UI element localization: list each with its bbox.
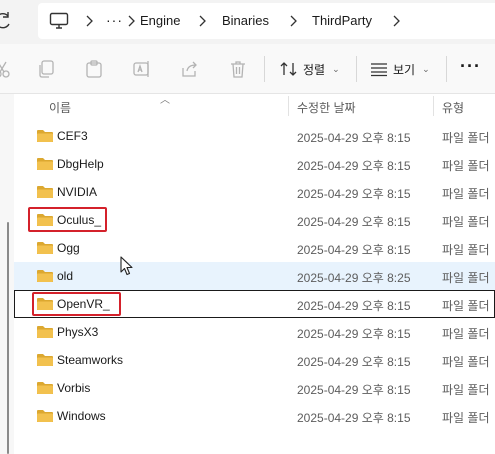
file-row[interactable]: PhysX3 2025-04-29 오후 8:15 파일 폴더 xyxy=(14,318,495,346)
chevron-right-icon[interactable] xyxy=(391,14,401,28)
column-header: 이름 ︿ 수정한 날짜 유형 xyxy=(14,94,495,120)
paste-icon[interactable] xyxy=(84,59,104,79)
folder-icon xyxy=(37,158,53,170)
column-divider[interactable] xyxy=(288,96,289,116)
file-type: 파일 폴더 xyxy=(442,187,490,201)
breadcrumb[interactable]: ··· Engine Binaries ThirdParty xyxy=(38,3,495,39)
folder-icon xyxy=(37,270,53,282)
file-modified: 2025-04-29 오후 8:15 xyxy=(297,383,411,397)
refresh-icon[interactable] xyxy=(0,10,12,32)
column-header-modified[interactable]: 수정한 날짜 xyxy=(297,99,356,116)
file-name: Ogg xyxy=(57,241,80,255)
file-modified: 2025-04-29 오후 8:15 xyxy=(297,327,411,341)
address-bar-area: ··· Engine Binaries ThirdParty xyxy=(0,0,495,44)
file-type: 파일 폴더 xyxy=(442,271,490,285)
chevron-right-icon[interactable] xyxy=(288,14,298,28)
chevron-down-icon: ⌄ xyxy=(332,63,340,74)
file-name: Windows xyxy=(57,409,106,423)
file-name: Steamworks xyxy=(57,353,124,367)
file-row[interactable]: Ogg 2025-04-29 오후 8:15 파일 폴더 xyxy=(14,234,495,262)
breadcrumb-binaries[interactable]: Binaries xyxy=(222,13,269,28)
folder-icon xyxy=(37,354,53,366)
command-bar: 정렬 ⌄ 보기 ⌄ ··· xyxy=(0,44,495,94)
toolbar-divider xyxy=(356,56,357,82)
file-type: 파일 폴더 xyxy=(442,355,490,369)
navigation-scrollbar[interactable] xyxy=(7,222,9,454)
sort-icon xyxy=(280,62,297,76)
mouse-cursor-icon xyxy=(120,256,133,276)
file-type: 파일 폴더 xyxy=(442,215,490,229)
chevron-right-icon[interactable] xyxy=(126,14,136,28)
breadcrumb-engine[interactable]: Engine xyxy=(140,13,180,28)
file-modified: 2025-04-29 오후 8:15 xyxy=(297,355,411,369)
rename-icon[interactable] xyxy=(132,59,152,79)
file-row[interactable]: Vorbis 2025-04-29 오후 8:15 파일 폴더 xyxy=(14,374,495,402)
column-divider[interactable] xyxy=(433,96,434,116)
copy-icon[interactable] xyxy=(36,59,56,79)
view-button[interactable]: 보기 ⌄ xyxy=(370,58,430,80)
view-label: 보기 xyxy=(393,62,416,77)
cut-icon[interactable] xyxy=(0,59,12,79)
folder-icon xyxy=(37,410,53,422)
file-name: DbgHelp xyxy=(57,157,104,171)
file-row[interactable]: NVIDIA 2025-04-29 오후 8:15 파일 폴더 xyxy=(14,178,495,206)
view-icon xyxy=(371,63,387,77)
sort-label: 정렬 xyxy=(303,62,326,77)
file-row[interactable]: DbgHelp 2025-04-29 오후 8:15 파일 폴더 xyxy=(14,150,495,178)
file-name: Vorbis xyxy=(57,381,91,395)
sort-ascending-icon: ︿ xyxy=(160,95,170,106)
folder-icon xyxy=(37,186,53,198)
chevron-right-icon[interactable] xyxy=(197,14,207,28)
highlight-box-openvr xyxy=(32,292,121,316)
folder-icon xyxy=(37,130,53,142)
share-icon[interactable] xyxy=(180,59,200,79)
file-row-old[interactable]: old 2025-04-29 오후 8:25 파일 폴더 xyxy=(14,262,495,290)
file-type: 파일 폴더 xyxy=(442,159,490,173)
folder-icon xyxy=(37,382,53,394)
file-type: 파일 폴더 xyxy=(442,243,490,257)
chevron-right-icon[interactable] xyxy=(84,14,94,28)
toolbar-divider xyxy=(264,56,265,82)
monitor-icon[interactable] xyxy=(49,12,69,30)
file-modified: 2025-04-29 오후 8:15 xyxy=(297,159,411,173)
file-type: 파일 폴더 xyxy=(442,131,490,145)
folder-icon xyxy=(37,242,53,254)
file-modified: 2025-04-29 오후 8:15 xyxy=(297,187,411,201)
toolbar-divider xyxy=(446,56,447,82)
file-modified: 2025-04-29 오후 8:15 xyxy=(297,299,411,313)
file-explorer-window: ··· Engine Binaries ThirdParty 정렬 ⌄ 보기 ⌄… xyxy=(0,0,495,454)
file-type: 파일 폴더 xyxy=(442,383,490,397)
file-type: 파일 폴더 xyxy=(442,411,490,425)
file-name: old xyxy=(57,269,74,283)
file-row[interactable]: Windows 2025-04-29 오후 8:15 파일 폴더 xyxy=(14,402,495,430)
breadcrumb-overflow[interactable]: ··· xyxy=(106,12,123,28)
breadcrumb-thirdparty[interactable]: ThirdParty xyxy=(312,13,372,28)
folder-icon xyxy=(37,326,53,338)
trash-icon[interactable] xyxy=(228,59,248,79)
more-options-button[interactable]: ··· xyxy=(460,56,481,77)
file-row[interactable]: Steamworks 2025-04-29 오후 8:15 파일 폴더 xyxy=(14,346,495,374)
file-name: PhysX3 xyxy=(57,325,99,339)
file-type: 파일 폴더 xyxy=(442,299,490,313)
file-modified: 2025-04-29 오후 8:15 xyxy=(297,215,411,229)
file-row[interactable]: CEF3 2025-04-29 오후 8:15 파일 폴더 xyxy=(14,122,495,150)
sort-button[interactable]: 정렬 ⌄ xyxy=(280,58,340,80)
file-modified: 2025-04-29 오후 8:15 xyxy=(297,131,411,145)
file-modified: 2025-04-29 오후 8:15 xyxy=(297,411,411,425)
file-modified: 2025-04-29 오후 8:25 xyxy=(297,271,411,285)
file-name: CEF3 xyxy=(57,129,88,143)
column-header-type[interactable]: 유형 xyxy=(442,99,464,116)
chevron-down-icon: ⌄ xyxy=(422,63,430,74)
file-name: NVIDIA xyxy=(57,185,98,199)
column-header-name[interactable]: 이름 xyxy=(49,99,71,116)
highlight-box-oculus xyxy=(28,207,107,232)
file-modified: 2025-04-29 오후 8:15 xyxy=(297,243,411,257)
file-type: 파일 폴더 xyxy=(442,327,490,341)
